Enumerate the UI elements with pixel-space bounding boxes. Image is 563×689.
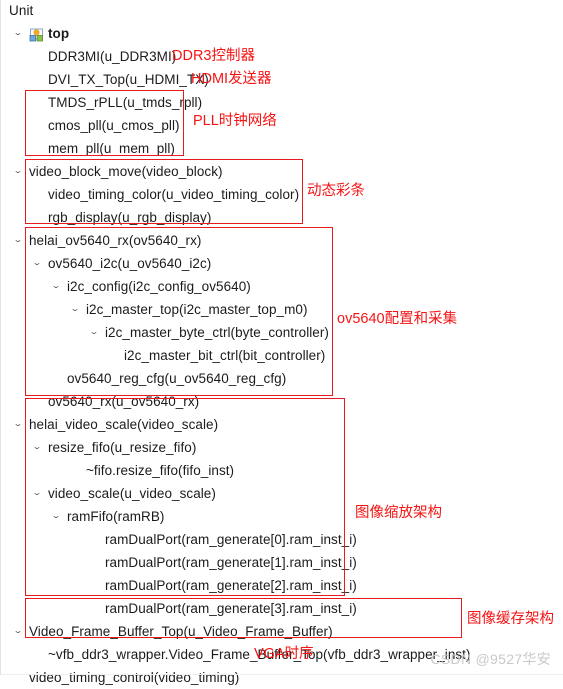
tree-row-label: mem_pll(u_mem_pll) [48, 141, 175, 156]
tree-row[interactable]: ⌄ top [1, 22, 563, 45]
chevron-down-icon[interactable]: ⌄ [29, 254, 45, 274]
tree-row[interactable]: ⌄ i2c_master_top(i2c_master_top_m0) [1, 298, 563, 321]
hierarchy-tree[interactable]: ⌄ top DDR3MI(u_DDR3MI) DVI_TX_Top(u_HDMI_TX… [1, 22, 563, 689]
tree-row[interactable]: mem_pll(u_mem_pll) [1, 137, 563, 160]
module-icon [29, 26, 44, 42]
tree-row-label: i2c_config(i2c_config_ov5640) [67, 279, 251, 294]
tree-row-label: TMDS_rPLL(u_tmds_rpll) [48, 95, 203, 110]
tree-row-label: ramFifo(ramRB) [67, 509, 165, 524]
chevron-down-icon[interactable]: ⌄ [48, 507, 64, 527]
annotation-label: 图像缩放架构 [355, 505, 442, 521]
tree-row-label: resize_fifo(u_resize_fifo) [48, 440, 197, 455]
tree-row-label: helai_ov5640_rx(ov5640_rx) [29, 233, 202, 248]
tree-row-label: ramDualPort(ram_generate[1].ram_inst_i) [105, 555, 357, 570]
tree-row-label: rgb_display(u_rgb_display) [48, 210, 212, 225]
tree-row-label: i2c_master_top(i2c_master_top_m0) [86, 302, 308, 317]
tree-row-label: helai_video_scale(video_scale) [29, 417, 219, 432]
tree-row[interactable]: ⌄ helai_video_scale(video_scale) [1, 413, 563, 436]
annotation-label: PLL时钟网络 [193, 113, 277, 129]
tree-row[interactable]: i2c_master_bit_ctrl(bit_controller) [1, 344, 563, 367]
tree-row[interactable]: video_timing_color(u_video_timing_color) [1, 183, 563, 206]
tree-row[interactable]: ramDualPort(ram_generate[2].ram_inst_i) [1, 574, 563, 597]
watermark: CSDN @9527华安 [430, 651, 551, 667]
chevron-down-icon[interactable]: ⌄ [10, 622, 26, 642]
tree-row[interactable]: video_timing_control(video_timing) [1, 666, 563, 689]
chevron-down-icon[interactable]: ⌄ [10, 415, 26, 435]
annotation-label: 图像缓存架构 [467, 611, 554, 627]
tree-row[interactable]: ⌄ i2c_config(i2c_config_ov5640) [1, 275, 563, 298]
tree-row-label: ov5640_rx(u_ov5640_rx) [48, 394, 200, 409]
tree-row[interactable]: ⌄ video_block_move(video_block) [1, 160, 563, 183]
chevron-down-icon[interactable]: ⌄ [29, 484, 45, 504]
tree-row[interactable]: ov5640_reg_cfg(u_ov5640_reg_cfg) [1, 367, 563, 390]
tree-row-label: ~fifo.resize_fifo(fifo_inst) [86, 463, 235, 478]
tree-row-label: cmos_pll(u_cmos_pll) [48, 118, 180, 133]
tree-row[interactable]: ⌄ ramFifo(ramRB) [1, 505, 563, 528]
tree-row-label: ov5640_reg_cfg(u_ov5640_reg_cfg) [67, 371, 287, 386]
chevron-down-icon[interactable]: ⌄ [48, 277, 64, 297]
annotation-label: VGA时序 [254, 646, 314, 662]
tree-row-label: Video_Frame_Buffer_Top(u_Video_Frame_Buf… [29, 624, 333, 639]
annotation-label: HDMI发送器 [191, 71, 272, 87]
chevron-down-icon[interactable]: ⌄ [10, 231, 26, 251]
tree-row-label: DVI_TX_Top(u_HDMI_TX) [48, 72, 209, 87]
tree-row[interactable]: ramDualPort(ram_generate[0].ram_inst_i) [1, 528, 563, 551]
tree-row-label: ramDualPort(ram_generate[3].ram_inst_i) [105, 601, 357, 616]
tree-row[interactable]: ⌄ i2c_master_byte_ctrl(byte_controller) [1, 321, 563, 344]
tree-row[interactable]: cmos_pll(u_cmos_pll) [1, 114, 563, 137]
tree-row[interactable]: DDR3MI(u_DDR3MI) [1, 45, 563, 68]
tree-row-label: i2c_master_bit_ctrl(bit_controller) [124, 348, 326, 363]
tree-row-label: video_scale(u_video_scale) [48, 486, 216, 501]
tree-row[interactable]: ~fifo.resize_fifo(fifo_inst) [1, 459, 563, 482]
chevron-down-icon[interactable]: ⌄ [29, 438, 45, 458]
chevron-down-icon[interactable]: ⌄ [67, 300, 83, 320]
tree-row-label: DDR3MI(u_DDR3MI) [48, 49, 177, 64]
tree-row-label: top [48, 26, 70, 41]
tree-row-label: ramDualPort(ram_generate[0].ram_inst_i) [105, 532, 357, 547]
annotation-label: 动态彩条 [307, 183, 365, 199]
tree-row[interactable]: ⌄ video_scale(u_video_scale) [1, 482, 563, 505]
tree-row[interactable]: DVI_TX_Top(u_HDMI_TX) [1, 68, 563, 91]
chevron-down-icon[interactable]: ⌄ [86, 323, 102, 343]
tree-row-label: video_timing_color(u_video_timing_color) [48, 187, 300, 202]
tree-row-label: video_block_move(video_block) [29, 164, 223, 179]
tree-row[interactable]: ⌄ helai_ov5640_rx(ov5640_rx) [1, 229, 563, 252]
tree-row-label: i2c_master_byte_ctrl(byte_controller) [105, 325, 329, 340]
panel-title: Unit [9, 3, 34, 18]
tree-row-label: video_timing_control(video_timing) [29, 670, 240, 685]
tree-row[interactable]: ov5640_rx(u_ov5640_rx) [1, 390, 563, 413]
tree-row[interactable]: ramDualPort(ram_generate[1].ram_inst_i) [1, 551, 563, 574]
tree-row[interactable]: TMDS_rPLL(u_tmds_rpll) [1, 91, 563, 114]
unit-tree-panel: Unit ⌄ top DDR3MI(u_DDR3MI) DVI_TX_Top(u_HD… [0, 0, 563, 685]
tree-row[interactable]: ⌄ resize_fifo(u_resize_fifo) [1, 436, 563, 459]
chevron-down-icon[interactable]: ⌄ [10, 162, 26, 182]
annotation-label: DDR3控制器 [172, 48, 255, 64]
tree-row[interactable]: rgb_display(u_rgb_display) [1, 206, 563, 229]
tree-row-label: ramDualPort(ram_generate[2].ram_inst_i) [105, 578, 357, 593]
annotation-label: ov5640配置和采集 [337, 311, 458, 327]
chevron-down-icon[interactable]: ⌄ [10, 24, 26, 44]
tree-row[interactable]: ⌄ ov5640_i2c(u_ov5640_i2c) [1, 252, 563, 275]
tree-row-label: ov5640_i2c(u_ov5640_i2c) [48, 256, 212, 271]
